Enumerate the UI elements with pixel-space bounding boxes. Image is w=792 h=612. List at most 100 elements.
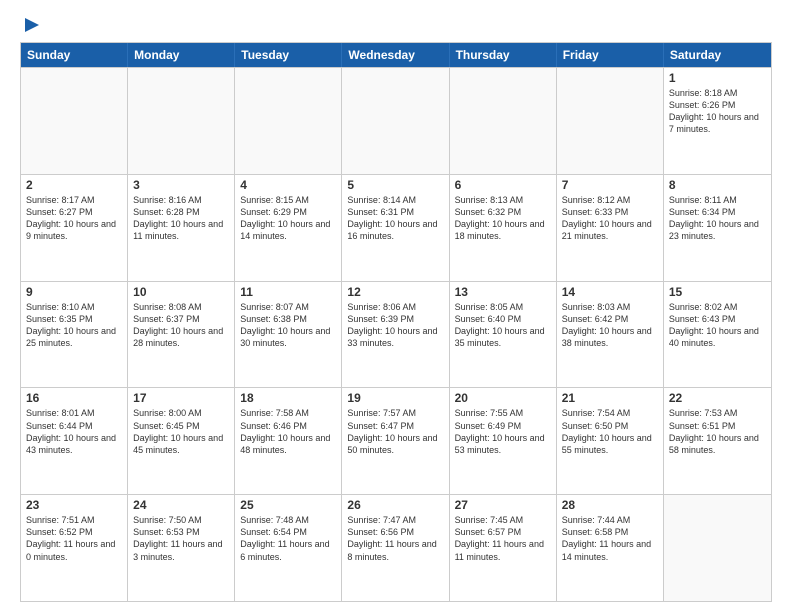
day-info: Sunrise: 7:44 AM Sunset: 6:58 PM Dayligh… <box>562 514 658 563</box>
header <box>20 16 772 34</box>
day-info: Sunrise: 8:12 AM Sunset: 6:33 PM Dayligh… <box>562 194 658 243</box>
calendar: SundayMondayTuesdayWednesdayThursdayFrid… <box>20 42 772 602</box>
day-info: Sunrise: 7:45 AM Sunset: 6:57 PM Dayligh… <box>455 514 551 563</box>
calendar-row: 2 Sunrise: 8:17 AM Sunset: 6:27 PM Daylig… <box>21 174 771 281</box>
logo-text <box>20 16 41 34</box>
day-info: Sunrise: 8:10 AM Sunset: 6:35 PM Dayligh… <box>26 301 122 350</box>
calendar-cell: 16 Sunrise: 8:01 AM Sunset: 6:44 PM Dayli… <box>21 388 128 494</box>
calendar-cell: 10 Sunrise: 8:08 AM Sunset: 6:37 PM Dayli… <box>128 282 235 388</box>
calendar-cell: 27 Sunrise: 7:45 AM Sunset: 6:57 PM Dayli… <box>450 495 557 601</box>
day-number: 17 <box>133 391 229 405</box>
calendar-cell <box>128 68 235 174</box>
day-number: 22 <box>669 391 766 405</box>
day-number: 13 <box>455 285 551 299</box>
calendar-cell: 23Sunrise: 7:51 AM Sunset: 6:52 PM Dayli… <box>21 495 128 601</box>
calendar-cell: 13Sunrise: 8:05 AM Sunset: 6:40 PM Dayli… <box>450 282 557 388</box>
calendar-row: 16 Sunrise: 8:01 AM Sunset: 6:44 PM Dayli… <box>21 387 771 494</box>
day-number: 1 <box>669 71 766 85</box>
calendar-header: SundayMondayTuesdayWednesdayThursdayFrid… <box>21 43 771 67</box>
calendar-cell: 22 Sunrise: 7:53 AM Sunset: 6:51 PM Dayli… <box>664 388 771 494</box>
calendar-cell: 26 Sunrise: 7:47 AM Sunset: 6:56 PM Dayli… <box>342 495 449 601</box>
day-info: Sunrise: 8:15 AM Sunset: 6:29 PM Dayligh… <box>240 194 336 243</box>
day-number: 15 <box>669 285 766 299</box>
day-number: 9 <box>26 285 122 299</box>
calendar-cell: 8 Sunrise: 8:11 AM Sunset: 6:34 PM Daylig… <box>664 175 771 281</box>
day-info: Sunrise: 8:06 AM Sunset: 6:39 PM Dayligh… <box>347 301 443 350</box>
day-info: Sunrise: 8:14 AM Sunset: 6:31 PM Dayligh… <box>347 194 443 243</box>
calendar-cell: 19Sunrise: 7:57 AM Sunset: 6:47 PM Dayli… <box>342 388 449 494</box>
calendar-cell: 4 Sunrise: 8:15 AM Sunset: 6:29 PM Daylig… <box>235 175 342 281</box>
day-info: Sunrise: 7:47 AM Sunset: 6:56 PM Dayligh… <box>347 514 443 563</box>
calendar-cell: 2 Sunrise: 8:17 AM Sunset: 6:27 PM Daylig… <box>21 175 128 281</box>
weekday-header: Friday <box>557 43 664 67</box>
calendar-cell: 1 Sunrise: 8:18 AM Sunset: 6:26 PM Daylig… <box>664 68 771 174</box>
day-number: 20 <box>455 391 551 405</box>
day-info: Sunrise: 8:18 AM Sunset: 6:26 PM Dayligh… <box>669 87 766 136</box>
weekday-header: Tuesday <box>235 43 342 67</box>
day-number: 27 <box>455 498 551 512</box>
day-number: 11 <box>240 285 336 299</box>
day-info: Sunrise: 8:08 AM Sunset: 6:37 PM Dayligh… <box>133 301 229 350</box>
calendar-cell: 3Sunrise: 8:16 AM Sunset: 6:28 PM Daylig… <box>128 175 235 281</box>
weekday-header: Thursday <box>450 43 557 67</box>
day-info: Sunrise: 7:50 AM Sunset: 6:53 PM Dayligh… <box>133 514 229 563</box>
day-info: Sunrise: 8:11 AM Sunset: 6:34 PM Dayligh… <box>669 194 766 243</box>
weekday-header: Monday <box>128 43 235 67</box>
calendar-cell: 15 Sunrise: 8:02 AM Sunset: 6:43 PM Dayli… <box>664 282 771 388</box>
calendar-row: 23Sunrise: 7:51 AM Sunset: 6:52 PM Dayli… <box>21 494 771 601</box>
day-number: 23 <box>26 498 122 512</box>
calendar-cell <box>557 68 664 174</box>
day-number: 25 <box>240 498 336 512</box>
calendar-cell: 25 Sunrise: 7:48 AM Sunset: 6:54 PM Dayli… <box>235 495 342 601</box>
day-number: 4 <box>240 178 336 192</box>
day-info: Sunrise: 7:54 AM Sunset: 6:50 PM Dayligh… <box>562 407 658 456</box>
calendar-cell: 24 Sunrise: 7:50 AM Sunset: 6:53 PM Dayli… <box>128 495 235 601</box>
weekday-header: Sunday <box>21 43 128 67</box>
day-info: Sunrise: 8:00 AM Sunset: 6:45 PM Dayligh… <box>133 407 229 456</box>
calendar-cell: 28 Sunrise: 7:44 AM Sunset: 6:58 PM Dayli… <box>557 495 664 601</box>
day-info: Sunrise: 8:16 AM Sunset: 6:28 PM Dayligh… <box>133 194 229 243</box>
day-number: 2 <box>26 178 122 192</box>
day-info: Sunrise: 7:55 AM Sunset: 6:49 PM Dayligh… <box>455 407 551 456</box>
calendar-cell: 9 Sunrise: 8:10 AM Sunset: 6:35 PM Daylig… <box>21 282 128 388</box>
day-number: 18 <box>240 391 336 405</box>
calendar-row: 1 Sunrise: 8:18 AM Sunset: 6:26 PM Daylig… <box>21 67 771 174</box>
day-number: 10 <box>133 285 229 299</box>
day-number: 16 <box>26 391 122 405</box>
day-number: 24 <box>133 498 229 512</box>
logo <box>20 16 41 34</box>
logo-icon <box>23 16 41 34</box>
day-number: 12 <box>347 285 443 299</box>
day-info: Sunrise: 8:07 AM Sunset: 6:38 PM Dayligh… <box>240 301 336 350</box>
calendar-cell <box>235 68 342 174</box>
page: SundayMondayTuesdayWednesdayThursdayFrid… <box>0 0 792 612</box>
calendar-cell: 21 Sunrise: 7:54 AM Sunset: 6:50 PM Dayli… <box>557 388 664 494</box>
day-number: 5 <box>347 178 443 192</box>
calendar-cell <box>450 68 557 174</box>
day-number: 8 <box>669 178 766 192</box>
day-number: 6 <box>455 178 551 192</box>
day-info: Sunrise: 8:17 AM Sunset: 6:27 PM Dayligh… <box>26 194 122 243</box>
day-info: Sunrise: 7:53 AM Sunset: 6:51 PM Dayligh… <box>669 407 766 456</box>
day-info: Sunrise: 7:48 AM Sunset: 6:54 PM Dayligh… <box>240 514 336 563</box>
calendar-cell: 7 Sunrise: 8:12 AM Sunset: 6:33 PM Daylig… <box>557 175 664 281</box>
calendar-cell <box>21 68 128 174</box>
day-number: 19 <box>347 391 443 405</box>
calendar-cell: 20 Sunrise: 7:55 AM Sunset: 6:49 PM Dayli… <box>450 388 557 494</box>
day-number: 14 <box>562 285 658 299</box>
calendar-row: 9 Sunrise: 8:10 AM Sunset: 6:35 PM Daylig… <box>21 281 771 388</box>
weekday-header: Saturday <box>664 43 771 67</box>
day-info: Sunrise: 8:13 AM Sunset: 6:32 PM Dayligh… <box>455 194 551 243</box>
day-info: Sunrise: 8:02 AM Sunset: 6:43 PM Dayligh… <box>669 301 766 350</box>
weekday-header: Wednesday <box>342 43 449 67</box>
calendar-cell: 12 Sunrise: 8:06 AM Sunset: 6:39 PM Dayli… <box>342 282 449 388</box>
day-info: Sunrise: 8:03 AM Sunset: 6:42 PM Dayligh… <box>562 301 658 350</box>
calendar-cell: 5 Sunrise: 8:14 AM Sunset: 6:31 PM Daylig… <box>342 175 449 281</box>
day-info: Sunrise: 8:01 AM Sunset: 6:44 PM Dayligh… <box>26 407 122 456</box>
calendar-cell: 18 Sunrise: 7:58 AM Sunset: 6:46 PM Dayli… <box>235 388 342 494</box>
day-number: 21 <box>562 391 658 405</box>
day-number: 28 <box>562 498 658 512</box>
day-number: 7 <box>562 178 658 192</box>
day-info: Sunrise: 7:58 AM Sunset: 6:46 PM Dayligh… <box>240 407 336 456</box>
day-number: 26 <box>347 498 443 512</box>
